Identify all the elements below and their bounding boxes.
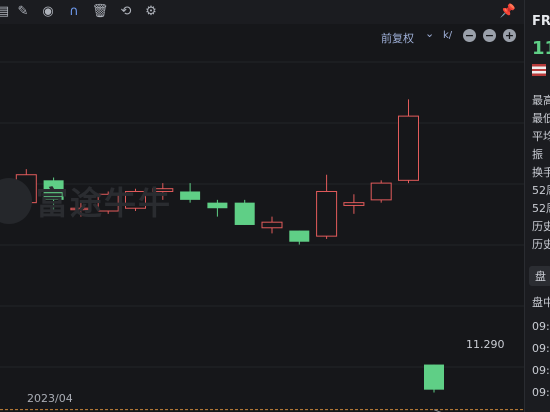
candle[interactable]: [234, 199, 255, 225]
pin-icon[interactable]: 📌: [499, 3, 517, 21]
candle[interactable]: [343, 194, 365, 214]
trash-icon[interactable]: 🗑: [91, 3, 109, 21]
tab-intraday[interactable]: 盘中: [532, 294, 550, 310]
us-flag-icon: [532, 64, 546, 76]
current-price-label: 11.290: [466, 338, 505, 351]
sync-icon[interactable]: ⟲: [117, 3, 135, 21]
stat-hist-high-label: 历史: [532, 220, 550, 233]
candle-body: [180, 191, 201, 200]
quote-side-panel: FR 11 最高 最低 平均 振 换手 52周 52周 历史 历史 盘 盘中 0…: [524, 0, 550, 412]
trade-time: 09:4: [532, 342, 550, 355]
candle[interactable]: [370, 180, 392, 203]
candle-body: [289, 230, 310, 242]
stat-hist-low-label: 历史: [532, 238, 550, 251]
candle-body: [343, 202, 365, 206]
trade-time: 09:4: [532, 364, 550, 377]
candle-body: [261, 221, 283, 229]
stat-high-label: 最高: [532, 94, 550, 107]
candle[interactable]: [424, 364, 444, 393]
indicator-toggle-icon[interactable]: k/: [443, 30, 452, 41]
x-axis-date-label: 2023/04: [27, 392, 73, 405]
candle-body: [234, 202, 255, 225]
last-price: 11: [532, 38, 550, 59]
zoom-minus-icon[interactable]: −: [483, 29, 496, 42]
candle[interactable]: [398, 99, 419, 184]
stat-turnover-label: 换手: [532, 166, 550, 179]
magnet-icon[interactable]: ∩: [65, 3, 83, 21]
candle-body: [207, 202, 228, 209]
price-adjust-dropdown[interactable]: 前复权: [381, 30, 414, 46]
tab-session[interactable]: 盘: [529, 266, 550, 286]
candle[interactable]: [289, 230, 310, 245]
zoom-plus-icon[interactable]: +: [503, 29, 516, 42]
candle-body: [316, 190, 338, 237]
candle[interactable]: [207, 199, 228, 217]
candle[interactable]: [180, 183, 201, 203]
stat-avg-label: 平均: [532, 130, 550, 143]
watermark: 富途牛牛: [36, 184, 173, 222]
zoom-out-icon[interactable]: −: [463, 29, 476, 42]
gear-icon[interactable]: ⚙: [142, 3, 160, 21]
candle-body: [370, 182, 392, 201]
stat-52w-low-label: 52周: [532, 202, 550, 215]
stat-low-label: 最低: [532, 112, 550, 125]
dropdown-caret-icon[interactable]: ⌄: [425, 27, 434, 40]
pencil-icon[interactable]: ✎: [14, 3, 32, 21]
bar-settings-icon[interactable]: ▤: [0, 3, 12, 21]
candle[interactable]: [261, 216, 283, 234]
trade-time: 09:4: [532, 320, 550, 333]
stat-amplitude-label: 振: [532, 148, 543, 161]
stat-52w-high-label: 52周: [532, 184, 550, 197]
candle-body: [424, 364, 444, 390]
trade-time: 09:4: [532, 386, 550, 399]
eye-icon[interactable]: ◉: [39, 3, 57, 21]
ticker-symbol: FR: [532, 14, 550, 29]
chart-toolbar: ▤ ✎ ◉ ∩ 🗑 ⟲ ⚙ 📌: [0, 0, 524, 24]
candle-body: [398, 115, 419, 181]
